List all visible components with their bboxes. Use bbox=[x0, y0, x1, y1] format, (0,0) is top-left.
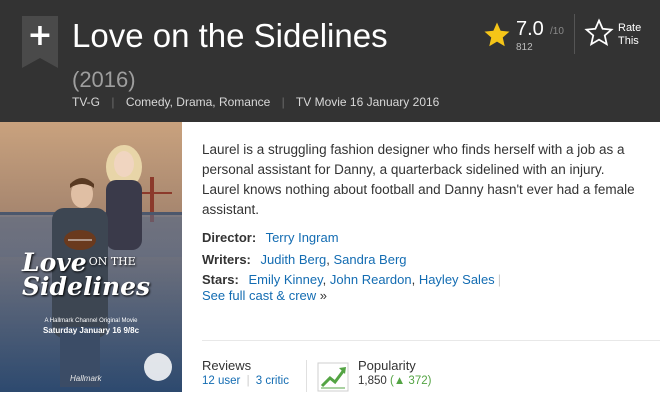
rating-value: 7.0 bbox=[516, 18, 544, 40]
full-cast-row: See full cast & crew » bbox=[202, 288, 327, 303]
poster-tagline: A Hallmark Channel Original Movie bbox=[44, 318, 138, 324]
title-subtext: TV-G | Comedy, Drama, Romance | TV Movie… bbox=[72, 95, 439, 109]
title-text: Love on the Sidelines bbox=[72, 17, 388, 54]
reviews-heading: Reviews bbox=[202, 358, 252, 373]
separator: | bbox=[281, 95, 285, 109]
rating-count[interactable]: 812 bbox=[516, 42, 533, 53]
rating-out-of: /10 bbox=[550, 26, 564, 37]
separator: | bbox=[246, 375, 250, 387]
popularity-trend-icon bbox=[317, 362, 349, 392]
director-label: Director: bbox=[202, 230, 257, 245]
popularity-heading: Popularity bbox=[358, 358, 416, 373]
divider bbox=[574, 14, 575, 54]
star-outline-icon bbox=[584, 18, 614, 47]
reviews-section: Reviews 12 user | 3 critic bbox=[202, 358, 289, 387]
poster-title-line2: Sidelines bbox=[22, 272, 151, 301]
star-link[interactable]: John Reardon bbox=[330, 272, 412, 287]
reviews-links: 12 user | 3 critic bbox=[202, 375, 289, 387]
rate-label-line2: This bbox=[618, 35, 639, 47]
content-rating: TV-G bbox=[72, 95, 101, 109]
popularity-rank: 1,850 bbox=[358, 375, 387, 387]
imdb-rating: 7.0 /10 812 bbox=[482, 16, 572, 56]
popularity-delta-value: 372 bbox=[408, 375, 428, 387]
writer-link[interactable]: Judith Berg bbox=[261, 252, 327, 267]
writers-label: Writers: bbox=[202, 252, 251, 267]
user-reviews-link[interactable]: 12 user bbox=[202, 375, 240, 387]
page-title: Love on the Sidelines (2016) bbox=[72, 16, 412, 100]
rate-this-button[interactable]: Rate This bbox=[584, 16, 654, 56]
star-link[interactable]: Emily Kinney bbox=[248, 272, 322, 287]
separator: | bbox=[111, 95, 115, 109]
poster-title-on-the: ON THE bbox=[88, 255, 136, 268]
star-link[interactable]: Hayley Sales bbox=[419, 272, 495, 287]
critic-reviews-link[interactable]: 3 critic bbox=[256, 375, 289, 387]
divider bbox=[306, 360, 307, 392]
popularity-section: Popularity 1,850 (▲ 372) bbox=[358, 358, 431, 387]
full-cast-link[interactable]: See full cast & crew bbox=[202, 288, 316, 303]
arrow-up-icon: ▲ bbox=[393, 375, 406, 387]
poster-date: Saturday January 16 9/8c bbox=[42, 326, 140, 335]
title-header: + Love on the Sidelines (2016) TV-G | Co… bbox=[0, 0, 660, 122]
writer-link[interactable]: Sandra Berg bbox=[334, 252, 407, 267]
rate-this-label: Rate This bbox=[618, 22, 641, 48]
stars-label: Stars: bbox=[202, 272, 239, 287]
plot-summary: Laurel is a struggling fashion designer … bbox=[202, 142, 635, 217]
stars-credit: Stars: Emily Kinney, John Reardon, Hayle… bbox=[202, 272, 502, 287]
star-icon bbox=[484, 22, 510, 47]
separator: | bbox=[497, 272, 502, 287]
chevron-right-icon: » bbox=[319, 288, 328, 303]
popularity-values: 1,850 (▲ 372) bbox=[358, 375, 431, 387]
watchlist-ribbon-button[interactable]: + bbox=[22, 16, 58, 68]
rate-label-line1: Rate bbox=[618, 22, 642, 34]
writers-credit: Writers: Judith Berg, Sandra Berg bbox=[202, 252, 407, 267]
plus-icon: + bbox=[27, 18, 53, 53]
hallmark-logo: Hallmark bbox=[70, 374, 102, 383]
movie-poster[interactable]: Love ON THE Sidelines A Hallmark Channel … bbox=[0, 122, 182, 392]
director-credit: Director: Terry Ingram bbox=[202, 230, 339, 245]
director-link[interactable]: Terry Ingram bbox=[266, 230, 339, 245]
genres-link[interactable]: Comedy, Drama, Romance bbox=[126, 95, 271, 109]
popularity-delta: (▲ 372) bbox=[389, 375, 432, 387]
poster-title: Love ON THE Sidelines bbox=[22, 250, 150, 299]
release-date-link[interactable]: TV Movie 16 January 2016 bbox=[296, 95, 439, 109]
title-year[interactable]: (2016) bbox=[72, 67, 136, 92]
divider bbox=[202, 340, 660, 341]
